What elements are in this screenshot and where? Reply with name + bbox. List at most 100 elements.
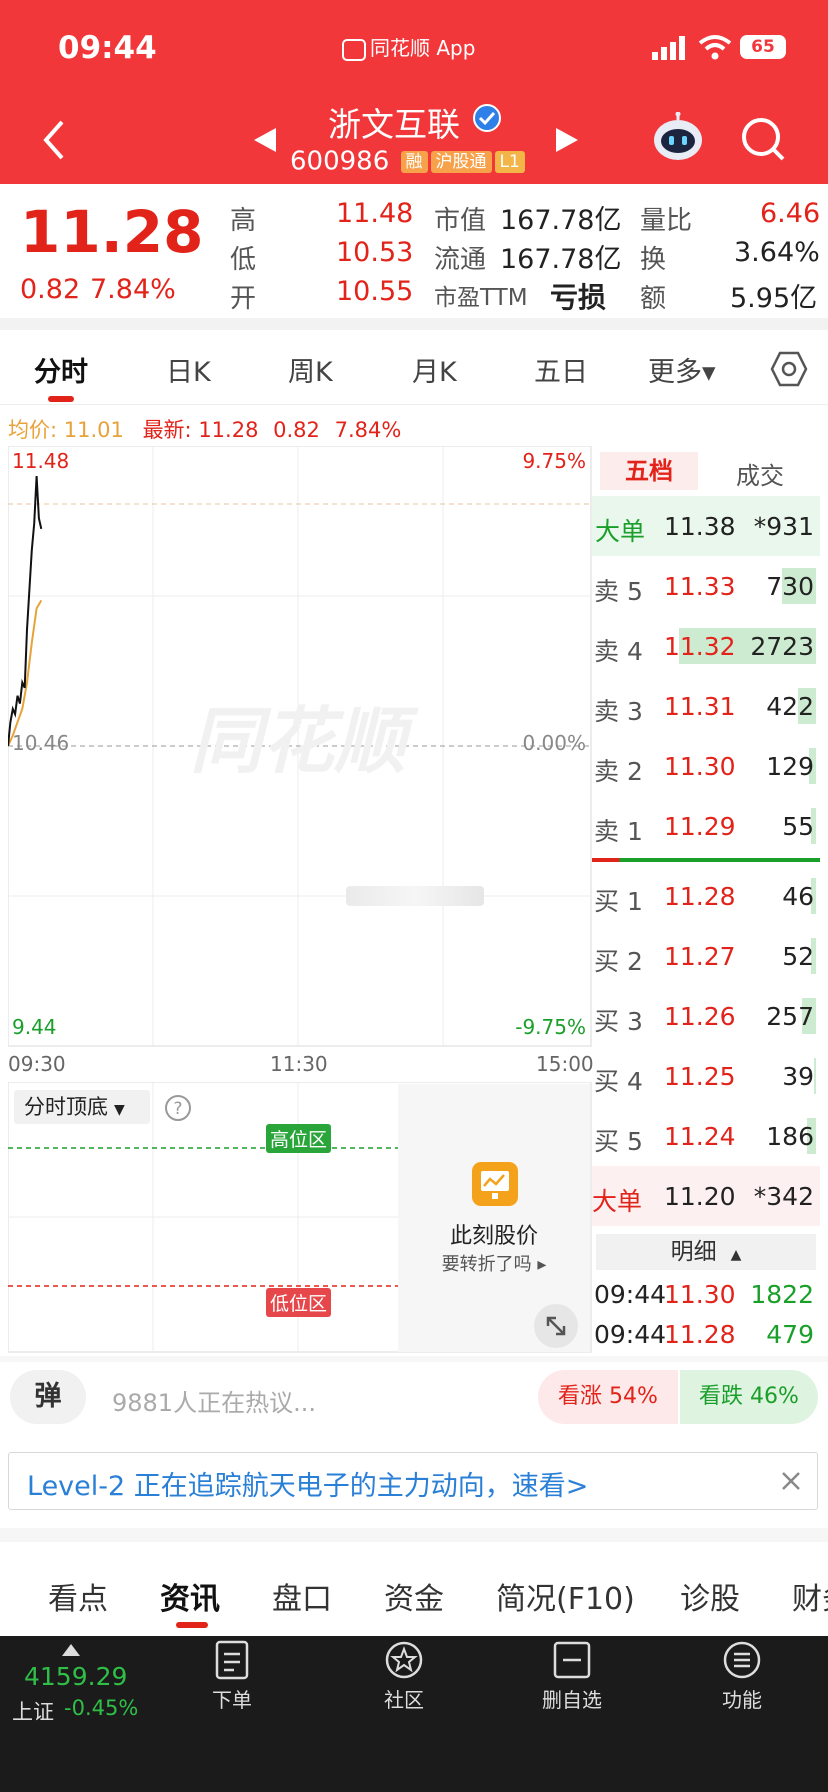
- ad-card[interactable]: 此刻股价 要转折了吗 ▸: [398, 1084, 590, 1352]
- bear-button[interactable]: 看跌 46%: [680, 1370, 818, 1424]
- section-divider: [0, 1528, 828, 1542]
- turnover-label: 换: [640, 245, 667, 275]
- indicator-selector[interactable]: 分时顶底 ▼: [14, 1090, 150, 1124]
- tab-market-depth[interactable]: 盘口: [272, 1574, 332, 1618]
- sell-label: 卖 4: [594, 637, 643, 666]
- amount-label: 额: [640, 284, 667, 314]
- sell-price: 11.33: [664, 572, 736, 601]
- tab-monthly-k[interactable]: 月K: [412, 350, 457, 389]
- search-icon[interactable]: [740, 116, 786, 162]
- intraday-chart[interactable]: 同花顺 11.48 10.46 9.44 9.75% 0.00% -9.75%: [8, 446, 592, 1050]
- y-right-top-label: 9.75%: [522, 449, 586, 473]
- y-right-bottom-label: -9.75%: [515, 1015, 586, 1039]
- close-icon[interactable]: [781, 1471, 801, 1491]
- nav-remove-watchlist[interactable]: 删自选: [512, 1640, 632, 1713]
- nav-remove-watchlist-label: 删自选: [542, 1688, 602, 1712]
- chart-settings-icon[interactable]: [770, 350, 808, 388]
- robot-assistant-icon[interactable]: [650, 112, 706, 162]
- help-icon[interactable]: ?: [164, 1094, 192, 1122]
- tab-daily-k[interactable]: 日K: [166, 350, 211, 389]
- buy-volume: 46: [782, 882, 814, 911]
- tab-profile[interactable]: 简况(F10): [496, 1574, 635, 1618]
- loading-placeholder: [346, 886, 484, 906]
- sell-volume: 422: [766, 692, 814, 721]
- expand-button[interactable]: [534, 1304, 578, 1348]
- discussion-text[interactable]: 9881人正在热议...: [112, 1383, 316, 1418]
- sell-label: 卖 5: [594, 577, 643, 606]
- buy-label: 买 5: [594, 1127, 643, 1156]
- menu-icon: [723, 1641, 761, 1679]
- big-sell-vol: *931: [753, 512, 814, 541]
- stock-code: 600986: [290, 146, 390, 177]
- buy-price: 11.24: [664, 1122, 736, 1151]
- margin-tag: 融: [400, 150, 428, 173]
- next-stock-icon[interactable]: [554, 126, 580, 154]
- bear-label: 看跌 46%: [699, 1384, 799, 1409]
- index-value[interactable]: 4159.29: [24, 1662, 127, 1691]
- chart-info-line: 均价: 11.01 最新: 11.28 0.82 7.84%: [8, 414, 401, 444]
- stock-name: 浙文互联: [328, 105, 460, 144]
- buy-label: 买 4: [594, 1067, 643, 1096]
- sell-volume: 55: [782, 812, 814, 841]
- tab-highlights[interactable]: 看点: [48, 1574, 108, 1618]
- prev-stock-icon[interactable]: [252, 126, 278, 154]
- price-alert-icon: [472, 1162, 518, 1206]
- tab-more[interactable]: 更多▾: [648, 350, 716, 389]
- sell-volume: 129: [766, 752, 814, 781]
- trade-price: 11.30: [664, 1280, 736, 1309]
- sell-price: 11.30: [664, 752, 736, 781]
- pe-value: 亏损: [550, 281, 607, 314]
- nav-order-label: 下单: [212, 1688, 252, 1712]
- tab-capital[interactable]: 资金: [384, 1574, 444, 1618]
- orderbook-tab-five[interactable]: 五档: [600, 452, 698, 490]
- signal-icon: [652, 36, 685, 60]
- trade-price: 11.28: [664, 1320, 736, 1349]
- back-icon[interactable]: [40, 118, 68, 162]
- tab-diagnosis[interactable]: 诊股: [680, 1574, 740, 1618]
- nav-functions-label: 功能: [722, 1688, 762, 1712]
- x-tick-open: 09:30: [8, 1052, 66, 1076]
- sell-volume: 730: [766, 572, 814, 601]
- buy-label: 买 3: [594, 1007, 643, 1036]
- buy-volume: 39: [782, 1062, 814, 1091]
- amount-value: 5.95亿: [730, 283, 818, 314]
- big-buy-price: 11.20: [664, 1182, 736, 1211]
- low-zone-label: 低位区: [266, 1288, 332, 1317]
- latest-change-pct: 7.84%: [334, 418, 402, 442]
- battery-icon: 65: [740, 35, 786, 59]
- verified-icon: [473, 104, 501, 132]
- remove-watchlist-icon: [553, 1641, 591, 1679]
- orderbook-tab-deal[interactable]: 成交: [736, 456, 784, 491]
- stock-header: 09:44 同花顺 App 65 浙文互联 600986 融沪股通 L1: [0, 0, 828, 184]
- quote-summary: 11.28 0.82 7.84% 高 11.48 低 10.53 开 10.55…: [0, 184, 828, 318]
- big-sell-price: 11.38: [664, 512, 736, 541]
- sell-row: 卖 3 11.31 422: [592, 676, 820, 736]
- low-value: 10.53: [336, 237, 414, 268]
- sell-volume: 2723: [750, 632, 814, 661]
- latest-change: 0.82: [273, 418, 320, 442]
- tab-finance[interactable]: 财务: [792, 1574, 828, 1614]
- tab-intraday[interactable]: 分时: [34, 350, 88, 389]
- high-label: 高: [230, 206, 257, 236]
- community-icon: [385, 1641, 423, 1679]
- sell-price: 11.31: [664, 692, 736, 721]
- level2-banner[interactable]: Level-2 正在追踪航天电子的主力动向，速看>: [8, 1452, 818, 1510]
- tab-weekly-k[interactable]: 周K: [288, 350, 333, 389]
- sell-label: 卖 2: [594, 757, 643, 786]
- buy-row: 买 2 11.27 52: [592, 926, 820, 986]
- nav-community[interactable]: 社区: [344, 1640, 464, 1713]
- tab-news[interactable]: 资讯: [160, 1574, 220, 1618]
- y-left-mid-label: 10.46: [12, 731, 69, 755]
- buy-label: 买 2: [594, 947, 643, 976]
- open-value: 10.55: [336, 276, 414, 307]
- detail-header[interactable]: 明细 ▲: [596, 1234, 816, 1270]
- nav-order[interactable]: 下单: [172, 1640, 292, 1713]
- mktcap-value: 167.78亿: [500, 205, 622, 236]
- tab-five-day[interactable]: 五日: [534, 350, 588, 389]
- trade-volume: 479: [766, 1320, 814, 1349]
- bid-ask-divider: [592, 858, 820, 862]
- sell-label: 卖 1: [594, 817, 643, 846]
- danmu-toggle[interactable]: 弹: [10, 1370, 86, 1424]
- nav-functions[interactable]: 功能: [682, 1640, 802, 1713]
- bull-button[interactable]: 看涨 54%: [538, 1370, 678, 1424]
